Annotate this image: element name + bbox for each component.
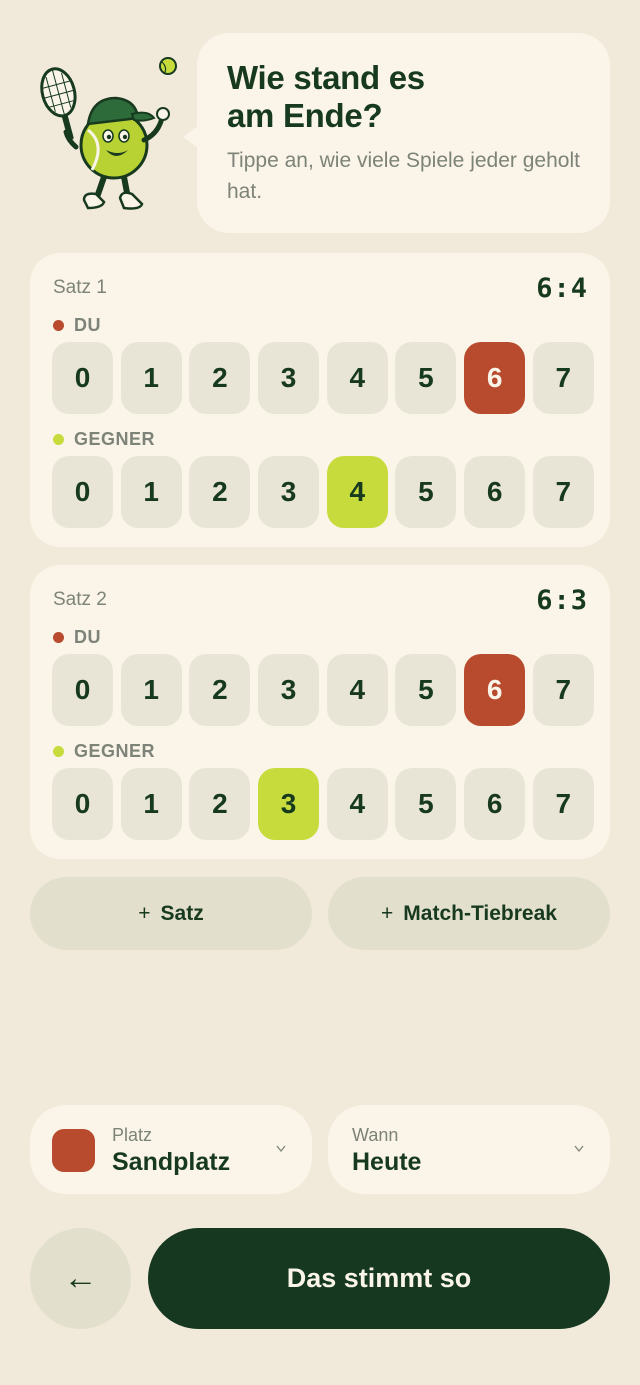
- du-dot-icon: [53, 632, 64, 643]
- set-card-1: Satz 1 6:4 DU 01234567 GEGNER 01234567: [30, 253, 610, 547]
- player-label-text: DU: [74, 315, 101, 335]
- game-count-button[interactable]: 1: [120, 342, 182, 414]
- game-count-button[interactable]: 1: [120, 654, 182, 726]
- player-label-text: GEGNER: [74, 429, 156, 449]
- game-selector-gegner: 01234567: [52, 768, 594, 840]
- court-value: Sandplatz: [112, 1148, 231, 1176]
- player-label-du: DU: [53, 315, 101, 336]
- du-dot-icon: [53, 320, 64, 331]
- game-count-button[interactable]: 2: [189, 654, 251, 726]
- game-count-button[interactable]: 7: [532, 654, 594, 726]
- game-count-button[interactable]: 2: [189, 768, 251, 840]
- game-count-button[interactable]: 3: [258, 768, 320, 840]
- game-count-button[interactable]: 6: [464, 654, 526, 726]
- gegner-dot-icon: [53, 434, 64, 445]
- game-count-button[interactable]: 2: [189, 456, 251, 528]
- tennis-ball-mascot-icon: [40, 57, 177, 210]
- back-button[interactable]: ←: [30, 1228, 131, 1329]
- date-value: Heute: [352, 1148, 422, 1176]
- game-count-button[interactable]: 4: [326, 654, 388, 726]
- plus-icon: +: [381, 901, 394, 925]
- chevron-down-icon: [276, 1145, 286, 1153]
- set-score: 6:3: [536, 585, 588, 616]
- game-count-button[interactable]: 3: [258, 456, 320, 528]
- gegner-dot-icon: [53, 746, 64, 757]
- chevron-down-icon: [574, 1145, 584, 1153]
- score-entry-screen: Wie stand es am Ende? Tippe an, wie viel…: [0, 0, 640, 1385]
- player-label-gegner: GEGNER: [53, 741, 155, 762]
- set-title: Satz 2: [53, 589, 107, 610]
- game-count-button[interactable]: 5: [395, 456, 457, 528]
- game-count-button[interactable]: 0: [52, 654, 113, 726]
- game-count-button[interactable]: 5: [395, 654, 457, 726]
- game-count-button[interactable]: 2: [189, 342, 251, 414]
- arrow-left-icon: ←: [63, 1259, 98, 1297]
- add-match-tiebreak-button[interactable]: + Match-Tiebreak: [328, 877, 610, 950]
- plus-icon: +: [138, 901, 151, 925]
- game-count-button[interactable]: 1: [120, 456, 182, 528]
- set-score: 6:4: [536, 273, 588, 304]
- player-label-gegner: GEGNER: [53, 429, 155, 450]
- player-label-du: DU: [53, 627, 101, 648]
- game-count-button[interactable]: 3: [258, 654, 320, 726]
- game-count-button[interactable]: 7: [532, 456, 594, 528]
- game-count-button[interactable]: 4: [326, 768, 388, 840]
- game-count-button[interactable]: 1: [120, 768, 182, 840]
- court-label: Platz: [112, 1125, 153, 1145]
- set-title: Satz 1: [53, 277, 107, 298]
- date-label: Wann: [352, 1125, 399, 1145]
- instruction-bubble: Wie stand es am Ende? Tippe an, wie viel…: [183, 33, 610, 233]
- game-selector-du: 01234567: [52, 654, 594, 726]
- game-count-button[interactable]: 0: [52, 456, 113, 528]
- game-count-button[interactable]: 6: [464, 342, 526, 414]
- game-count-button[interactable]: 3: [258, 342, 320, 414]
- court-color-swatch: [52, 1129, 95, 1172]
- confirm-button[interactable]: Das stimmt so: [148, 1228, 610, 1329]
- game-count-button[interactable]: 6: [464, 456, 526, 528]
- court-surface-select[interactable]: Platz Sandplatz: [30, 1105, 312, 1194]
- game-count-button[interactable]: 4: [326, 342, 388, 414]
- player-label-text: DU: [74, 627, 101, 647]
- game-count-button[interactable]: 4: [326, 456, 388, 528]
- game-count-button[interactable]: 5: [395, 342, 457, 414]
- game-count-button[interactable]: 7: [532, 768, 594, 840]
- game-count-button[interactable]: 5: [395, 768, 457, 840]
- add-tiebreak-label: Match-Tiebreak: [403, 901, 557, 925]
- game-selector-du: 01234567: [52, 342, 594, 414]
- game-count-button[interactable]: 6: [464, 768, 526, 840]
- game-count-button[interactable]: 0: [52, 768, 113, 840]
- add-set-label: Satz: [160, 901, 204, 925]
- page-subtitle: Tippe an, wie viele Spiele jeder geholt …: [227, 149, 580, 203]
- game-count-button[interactable]: 7: [532, 342, 594, 414]
- game-count-button[interactable]: 0: [52, 342, 113, 414]
- set-card-2: Satz 2 6:3 DU 01234567 GEGNER 01234567: [30, 565, 610, 859]
- page-title: Wie stand es am Ende?: [227, 59, 425, 134]
- date-select[interactable]: Wann Heute: [328, 1105, 610, 1194]
- game-selector-gegner: 01234567: [52, 456, 594, 528]
- add-set-button[interactable]: + Satz: [30, 877, 312, 950]
- player-label-text: GEGNER: [74, 741, 156, 761]
